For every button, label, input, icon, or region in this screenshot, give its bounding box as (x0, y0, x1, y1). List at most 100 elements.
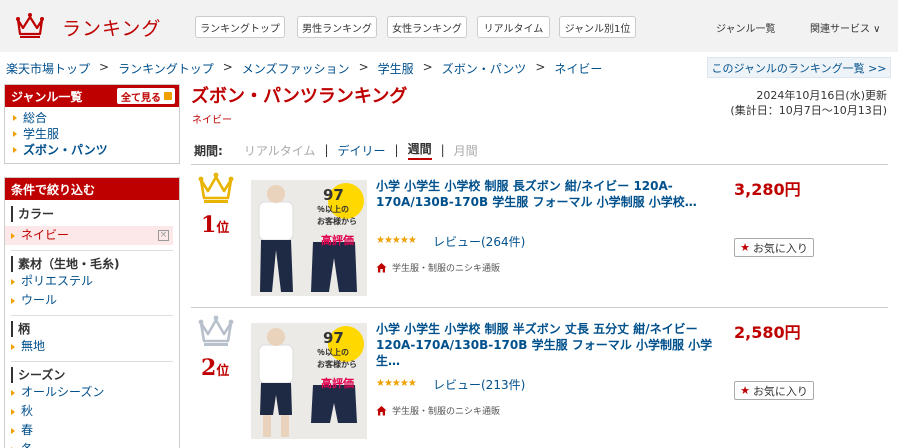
rank-value: 2 (201, 355, 217, 381)
review-link[interactable]: レビュー(264件) (433, 233, 525, 250)
logo-text[interactable]: ランキング (62, 14, 161, 41)
tab-realtime[interactable]: リアルタイム (477, 16, 550, 38)
ranking-item: 1位 97 ％以上の お客様から 高評価 小学 小学生 小学校 制服 長ズボン … (191, 166, 888, 308)
tab-women-ranking[interactable]: 女性ランキング (387, 16, 467, 38)
triangle-bullet-icon (11, 427, 15, 434)
breadcrumb-navy[interactable]: ネイビー (554, 60, 602, 77)
badge-percent: 97 (323, 329, 344, 347)
period-realtime: リアルタイム (243, 143, 316, 158)
filter-material-wool[interactable]: ウール (11, 291, 179, 310)
shop-icon (376, 406, 387, 416)
filter-section-color: カラー (11, 206, 179, 222)
silver-crown-icon (198, 315, 234, 346)
page-subtitle: ネイビー (192, 115, 232, 126)
breadcrumb-separator: > (535, 60, 546, 74)
rank-suffix: 位 (216, 221, 230, 236)
badge-line2: お客様から (317, 360, 357, 369)
filter-section-material: 素材（生地・毛糸) (11, 256, 179, 272)
period-label: 期間: (194, 143, 223, 158)
product-title[interactable]: 小学 小学生 小学校 制服 半ズボン 丈長 五分丈 紺/ネイビー 120A-17… (376, 321, 716, 369)
shop-icon (376, 263, 387, 273)
divider (11, 250, 173, 251)
genre-item-overall[interactable]: 総合 (13, 110, 173, 126)
triangle-bullet-icon (11, 389, 15, 396)
divider (11, 361, 173, 362)
filter-material-polyester[interactable]: ポリエステル (11, 272, 179, 291)
product-image[interactable]: 97 ％以上の お客様から 高評価 (251, 323, 367, 439)
tab-men-ranking[interactable]: 男性ランキング (297, 16, 377, 38)
genre-item-pants[interactable]: ズボン・パンツ (13, 142, 173, 158)
triangle-bullet-icon (13, 147, 17, 153)
breadcrumb-pants[interactable]: ズボン・パンツ (442, 60, 527, 77)
star-icon: ★ (740, 384, 750, 397)
genre-list-link[interactable]: ジャンル一覧 (716, 20, 776, 35)
star-icon: ★ (740, 241, 750, 254)
related-services-menu[interactable]: 関連サービス ∨ (810, 20, 881, 35)
breadcrumb-separator: > (358, 60, 369, 74)
breadcrumb: 楽天市場トップ > ランキングトップ > メンズファッション > 学生服 > ズ… (6, 60, 602, 77)
genre-item-label: 学生服 (23, 127, 60, 141)
divider (11, 315, 173, 316)
genre-ranking-list-link[interactable]: このジャンルのランキング一覧 >> (707, 57, 891, 78)
gold-crown-icon (198, 172, 234, 203)
filter-item-label: ポリエステル (21, 274, 94, 288)
aggregation-period: (集計日：10月7日～10月13日) (730, 104, 887, 117)
clear-filter-icon[interactable]: × (158, 230, 169, 241)
badge-line1: ％以上の (317, 348, 349, 357)
breadcrumb-separator: > (422, 60, 433, 74)
page-title: ズボン・パンツランキング (191, 86, 408, 107)
shop-link[interactable]: 学生服・制服のニシキ通販 (376, 261, 500, 274)
star-rating: ★★★★★ (376, 378, 417, 389)
favorite-label: お気に入り (752, 384, 808, 398)
genre-list-header: ジャンル一覧 全て見る (5, 85, 179, 107)
show-all-button[interactable]: 全て見る (117, 88, 175, 104)
filter-season-autumn[interactable]: 秋 (11, 402, 179, 421)
product-price: 3,280円 (734, 180, 801, 199)
badge-line3: 高評価 (321, 377, 354, 390)
filter-season-spring[interactable]: 春 (11, 421, 179, 440)
filter-item-label: オールシーズン (21, 385, 105, 399)
product-price: 2,580円 (734, 323, 801, 342)
genre-item-school-uniform[interactable]: 学生服 (13, 126, 173, 142)
period-daily[interactable]: デイリー (338, 142, 386, 159)
breadcrumb-school-uniform[interactable]: 学生服 (378, 60, 414, 77)
filter-season-all[interactable]: オールシーズン (11, 383, 179, 402)
tab-ranking-top[interactable]: ランキングトップ (195, 16, 285, 38)
filter-item-label: 秋 (21, 404, 34, 418)
genre-item-label: ズボン・パンツ (23, 143, 108, 157)
favorite-label: お気に入り (752, 241, 808, 255)
updated-info: 2024年10月16日(水)更新 (集計日：10月7日～10月13日) (730, 88, 887, 118)
filter-pattern-plain[interactable]: 無地 (11, 337, 179, 356)
rank-value: 1 (201, 212, 217, 238)
genre-list-box: ジャンル一覧 全て見る 総合 学生服 ズボン・パンツ (4, 84, 180, 164)
filter-item-label: 冬 (21, 440, 33, 448)
arrow-right-icon (164, 92, 172, 100)
breadcrumb-rakuten-top[interactable]: 楽天市場トップ (6, 60, 90, 77)
tab-genre-top1[interactable]: ジャンル別1位 (559, 16, 636, 38)
header: ランキング ランキングトップ 男性ランキング 女性ランキング リアルタイム ジャ… (0, 0, 898, 52)
triangle-bullet-icon (11, 297, 15, 304)
favorite-button[interactable]: ★ お気に入り (734, 381, 814, 400)
filter-season-winter[interactable]: 冬 (11, 440, 179, 448)
period-weekly[interactable]: 週間 (407, 140, 432, 160)
review-link[interactable]: レビュー(213件) (433, 376, 525, 393)
favorite-button[interactable]: ★ お気に入り (734, 238, 814, 257)
triangle-bullet-icon (11, 232, 15, 239)
filter-section-pattern: 柄 (11, 321, 179, 337)
breadcrumb-ranking-top[interactable]: ランキングトップ (118, 60, 214, 77)
crown-logo-icon[interactable] (16, 12, 44, 38)
filter-header: 条件で絞り込む (5, 178, 179, 200)
star-rating: ★★★★★ (376, 235, 417, 246)
triangle-bullet-icon (11, 343, 15, 350)
filter-item-label: ネイビー (21, 228, 70, 242)
filter-color-navy[interactable]: ネイビー × (5, 226, 173, 245)
shop-link[interactable]: 学生服・制服のニシキ通販 (376, 404, 500, 417)
product-image[interactable]: 97 ％以上の お客様から 高評価 (251, 180, 367, 296)
breadcrumb-separator: > (99, 60, 110, 74)
genre-item-label: 総合 (23, 111, 48, 125)
rank-suffix: 位 (216, 364, 230, 379)
genre-list-title: ジャンル一覧 (11, 89, 83, 104)
shop-name: 学生服・制服のニシキ通販 (392, 407, 501, 417)
product-title[interactable]: 小学 小学生 小学校 制服 長ズボン 紺/ネイビー 120A-170A/130B… (376, 178, 716, 210)
breadcrumb-mens-fashion[interactable]: メンズファッション (242, 60, 350, 77)
